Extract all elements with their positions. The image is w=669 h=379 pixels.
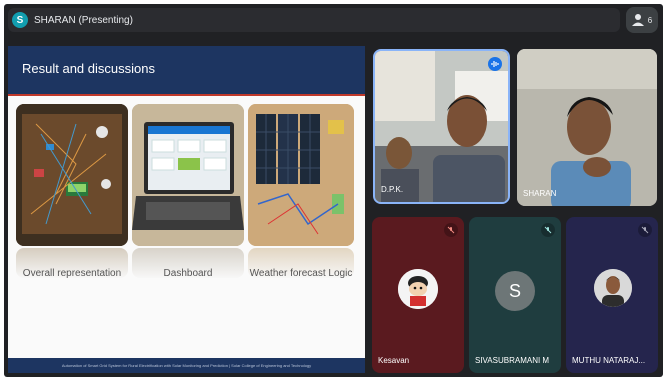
participant-name: SHARAN	[523, 189, 557, 198]
top-bar: S SHARAN (Presenting) 6	[4, 4, 663, 36]
video-tile-sharan[interactable]: SHARAN	[517, 49, 657, 206]
avatar: S	[495, 271, 535, 311]
participants-button[interactable]: 6	[626, 7, 658, 33]
avatar	[398, 269, 438, 309]
meet-window: S SHARAN (Presenting) 6 Result and discu…	[4, 4, 663, 377]
participant-count: 6	[647, 15, 653, 25]
video-tile-muthu-nataraj[interactable]: MUTHU NATARAJ...	[566, 217, 658, 373]
slide-header: Result and discussions	[8, 46, 365, 94]
avatar	[594, 269, 632, 307]
slide-footer: Automation of Smart Grid System for Rura…	[8, 358, 365, 373]
presenter-avatar: S	[12, 12, 28, 28]
slide-title: Result and discussions	[22, 61, 155, 76]
audio-wave-icon	[488, 57, 502, 71]
caption-dashboard: Dashboard	[163, 268, 213, 279]
caption-overall-representation: Overall representation	[22, 268, 122, 279]
participant-name: Kesavan	[378, 356, 410, 365]
slide-divider	[8, 94, 365, 96]
video-tile-kesavan[interactable]: Kesavan	[372, 217, 464, 373]
mic-off-icon	[541, 223, 555, 237]
mic-off-icon	[638, 223, 652, 237]
video-tile-sivasubramani[interactable]: S SIVASUBRAMANI M	[469, 217, 561, 373]
presenter-banner[interactable]: S SHARAN (Presenting)	[8, 8, 620, 32]
shared-slide: Result and discussions Overall represent…	[8, 46, 365, 373]
photo-overall-representation	[16, 104, 128, 246]
presenter-label: SHARAN (Presenting)	[34, 14, 133, 26]
participant-name: D.P.K.	[381, 185, 404, 194]
mic-off-icon	[444, 223, 458, 237]
caption-weather-forecast-logic: Weather forecast Logic	[249, 268, 353, 279]
photo-weather-forecast-logic	[248, 104, 354, 246]
participant-name: MUTHU NATARAJ...	[572, 356, 646, 365]
video-tile-dpk[interactable]: D.P.K.	[373, 49, 510, 204]
people-icon	[631, 13, 644, 27]
photo-dashboard	[132, 104, 244, 246]
participant-name: SIVASUBRAMANI M	[475, 356, 550, 365]
